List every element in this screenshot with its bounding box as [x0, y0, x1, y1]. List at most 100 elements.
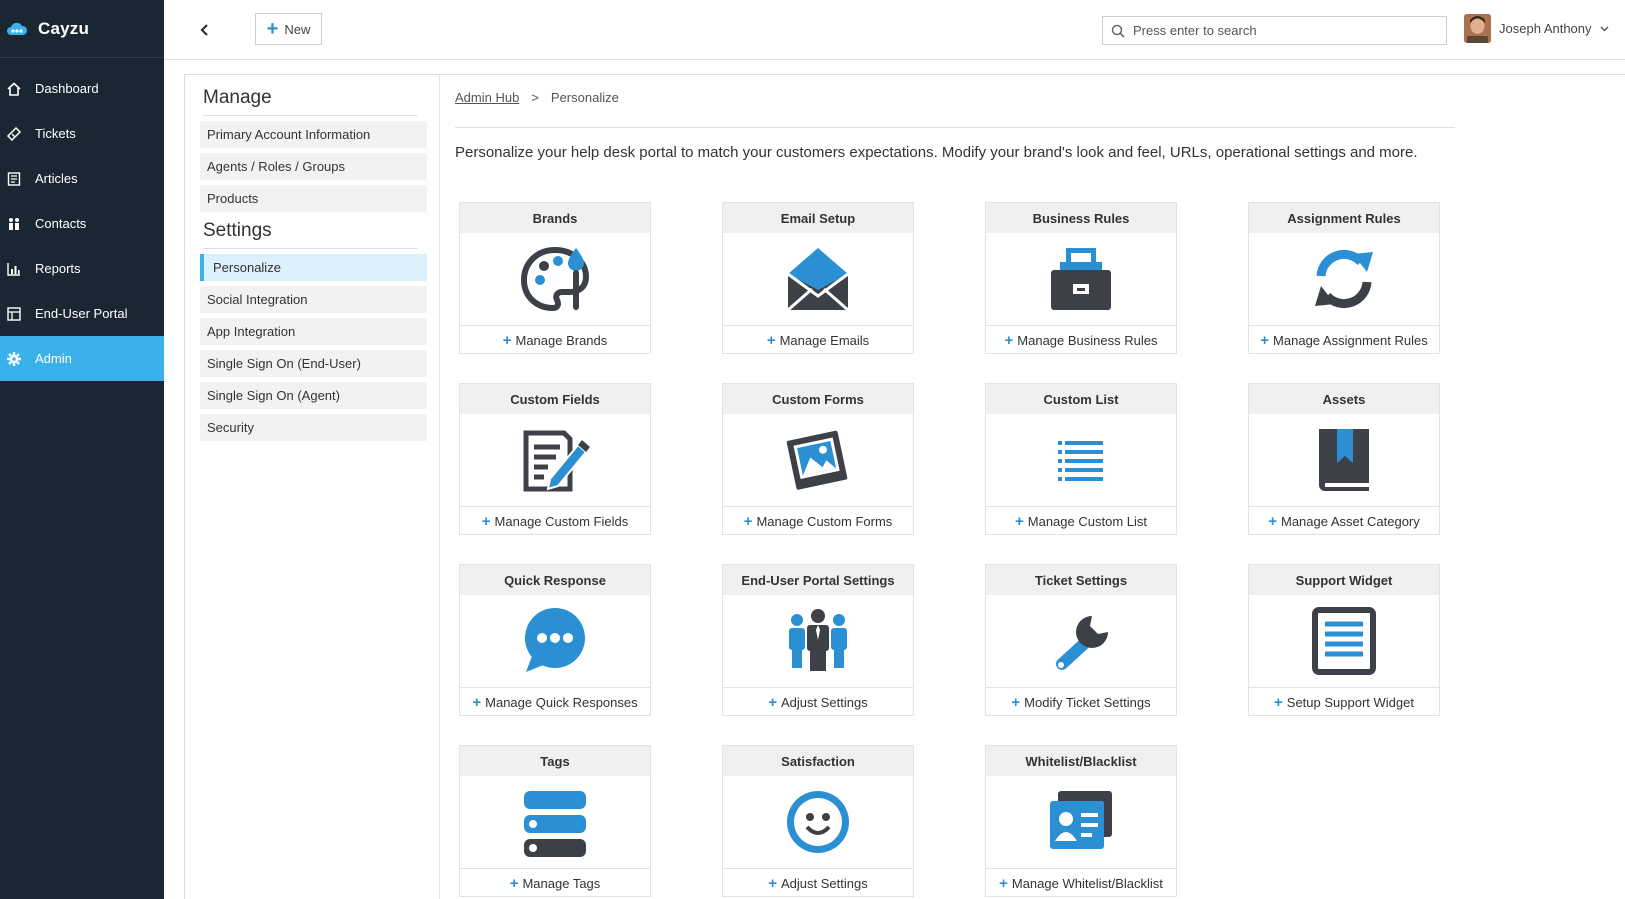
widget-document-icon: [1312, 607, 1376, 675]
brand[interactable]: Cayzu: [0, 0, 164, 58]
manage-tags-link[interactable]: + Manage Tags: [460, 868, 650, 897]
card-title: Assets: [1249, 384, 1439, 414]
sidebar-item-security[interactable]: Security: [200, 414, 427, 441]
nav-item-end-user-portal[interactable]: End-User Portal: [0, 291, 164, 336]
search-input[interactable]: [1133, 23, 1433, 38]
sidebar-item-app-integration[interactable]: App Integration: [200, 318, 427, 345]
card-link-label: Manage Emails: [779, 332, 870, 348]
manage-asset-category-link[interactable]: + Manage Asset Category: [1249, 506, 1439, 535]
plus-icon: +: [509, 874, 519, 892]
plus-icon: +: [1260, 331, 1270, 349]
breadcrumb-admin-hub[interactable]: Admin Hub: [455, 90, 519, 105]
adjust-portal-settings-link[interactable]: + Adjust Settings: [723, 687, 913, 716]
tags-icon: [524, 791, 586, 857]
plus-icon: +: [999, 874, 1008, 892]
manage-emails-link[interactable]: + Manage Emails: [723, 325, 913, 354]
sidebar-item-personalize[interactable]: Personalize: [200, 254, 427, 281]
card-assets: Assets + Manage Asset Category: [1248, 383, 1440, 535]
brand-name: Cayzu: [38, 18, 90, 38]
portal-icon: [5, 305, 23, 323]
card-title: Brands: [460, 203, 650, 233]
card-title: Custom Forms: [723, 384, 913, 414]
smiley-icon: [787, 791, 849, 853]
card-title: Whitelist/Blacklist: [986, 746, 1176, 776]
search-icon: [1111, 24, 1125, 38]
plus-icon: +: [1268, 512, 1277, 530]
nav-item-admin[interactable]: Admin: [0, 336, 164, 381]
card-link-label: Manage Tags: [522, 875, 601, 891]
card-satisfaction: Satisfaction + Adjust Settings: [722, 745, 914, 897]
manage-business-rules-link[interactable]: + Manage Business Rules: [986, 325, 1176, 354]
people-icon: [789, 609, 847, 671]
top-bar: + New Joseph Anthony: [164, 0, 1625, 60]
main-content: Admin Hub > Personalize Personalize your…: [455, 75, 1615, 897]
breadcrumb-current: Personalize: [550, 90, 619, 105]
card-title: Satisfaction: [723, 746, 913, 776]
chevron-left-icon[interactable]: [198, 22, 212, 38]
breadcrumb: Admin Hub > Personalize: [455, 90, 1615, 105]
card-link-label: Manage Asset Category: [1281, 513, 1420, 529]
gear-icon: [5, 350, 23, 368]
setup-support-widget-link[interactable]: + Setup Support Widget: [1249, 687, 1439, 716]
settings-sidebar: Manage Primary Account Information Agent…: [185, 75, 440, 899]
manage-quick-responses-link[interactable]: + Manage Quick Responses: [460, 687, 650, 716]
card-custom-fields: Custom Fields + Manage Custom Fields: [459, 383, 651, 535]
manage-assignment-rules-link[interactable]: + Manage Assignment Rules: [1249, 325, 1439, 354]
plus-icon: +: [768, 874, 778, 892]
manage-whitelist-blacklist-link[interactable]: + Manage Whitelist/Blacklist: [986, 868, 1176, 897]
manage-custom-forms-link[interactable]: + Manage Custom Forms: [723, 506, 913, 535]
card-title: Assignment Rules: [1249, 203, 1439, 233]
sidebar-item-agents-roles-groups[interactable]: Agents / Roles / Groups: [200, 153, 427, 180]
new-button-label: New: [284, 21, 311, 37]
nav-item-label: Contacts: [35, 216, 87, 231]
card-link-label: Manage Brands: [515, 332, 608, 348]
contacts-icon: [5, 215, 23, 233]
card-link-label: Manage Assignment Rules: [1273, 332, 1428, 348]
card-email-setup: Email Setup + Manage Emails: [722, 202, 914, 354]
edit-document-icon: [523, 430, 590, 492]
card-link-label: Adjust Settings: [781, 694, 868, 710]
plus-icon: +: [766, 331, 776, 349]
refresh-icon: [1315, 249, 1373, 309]
sidebar-item-social-integration[interactable]: Social Integration: [200, 286, 427, 313]
adjust-satisfaction-settings-link[interactable]: + Adjust Settings: [723, 868, 913, 897]
plus-icon: +: [266, 18, 279, 40]
nav-item-tickets[interactable]: Tickets: [0, 111, 164, 156]
nav-item-contacts[interactable]: Contacts: [0, 201, 164, 246]
manage-brands-link[interactable]: + Manage Brands: [460, 325, 650, 354]
manage-heading: Manage: [203, 87, 418, 116]
plus-icon: +: [1004, 331, 1014, 349]
sidebar-item-products[interactable]: Products: [200, 185, 427, 212]
user-name: Joseph Anthony: [1499, 21, 1592, 36]
nav-item-articles[interactable]: Articles: [0, 156, 164, 201]
user-menu[interactable]: Joseph Anthony: [1464, 14, 1609, 43]
left-nav: Cayzu Dashboard Tickets Articles Contact…: [0, 0, 164, 899]
card-title: Email Setup: [723, 203, 913, 233]
sidebar-item-primary-account[interactable]: Primary Account Information: [200, 121, 427, 148]
chevron-down-icon: [1600, 26, 1609, 32]
toolbox-icon: [1051, 248, 1111, 310]
sidebar-item-sso-end-user[interactable]: Single Sign On (End-User): [200, 350, 427, 377]
nav-item-label: Tickets: [35, 126, 76, 141]
card-tags: Tags + Manage Tags: [459, 745, 651, 897]
nav-item-label: Dashboard: [35, 81, 99, 96]
nav-item-label: End-User Portal: [35, 306, 128, 321]
ticket-icon: [5, 125, 23, 143]
card-whitelist-blacklist: Whitelist/Blacklist + Manage Whitelist/Bl…: [985, 745, 1177, 897]
manage-custom-list-link[interactable]: + Manage Custom List: [986, 506, 1176, 535]
card-title: Business Rules: [986, 203, 1176, 233]
modify-ticket-settings-link[interactable]: + Modify Ticket Settings: [986, 687, 1176, 716]
card-support-widget: Support Widget + Setup Support Widget: [1248, 564, 1440, 716]
avatar: [1464, 14, 1491, 43]
card-title: Ticket Settings: [986, 565, 1176, 595]
new-button[interactable]: + New: [255, 13, 322, 45]
card-title: Tags: [460, 746, 650, 776]
nav-item-dashboard[interactable]: Dashboard: [0, 66, 164, 111]
nav-item-reports[interactable]: Reports: [0, 246, 164, 291]
card-title: Support Widget: [1249, 565, 1439, 595]
intro-text: Personalize your help desk portal to mat…: [455, 144, 1418, 161]
breadcrumb-separator: >: [531, 90, 539, 105]
manage-custom-fields-link[interactable]: + Manage Custom Fields: [460, 506, 650, 535]
card-title: Custom Fields: [460, 384, 650, 414]
sidebar-item-sso-agent[interactable]: Single Sign On (Agent): [200, 382, 427, 409]
